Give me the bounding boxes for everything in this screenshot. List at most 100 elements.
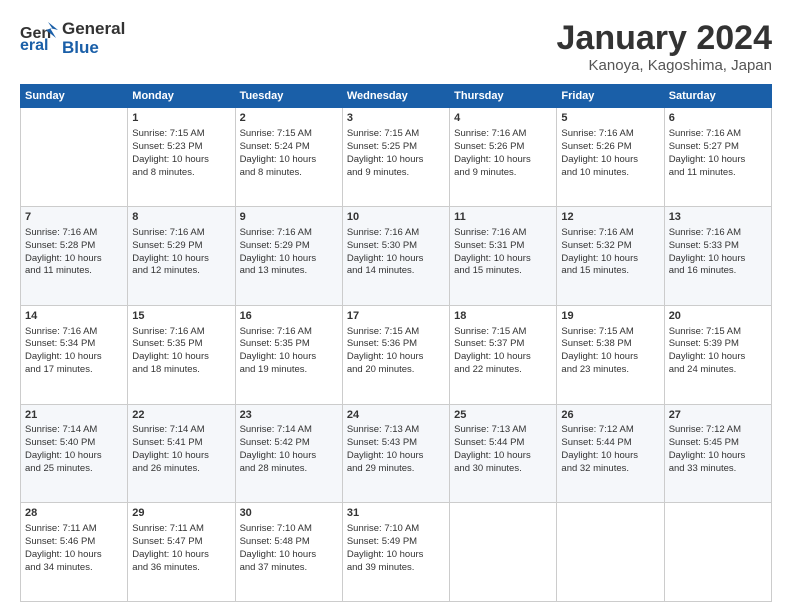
calendar-cell: 22Sunrise: 7:14 AMSunset: 5:41 PMDayligh… [128,404,235,503]
day-info-line: Sunrise: 7:16 AM [240,227,338,240]
calendar-cell: 18Sunrise: 7:15 AMSunset: 5:37 PMDayligh… [450,305,557,404]
day-info-line: Sunrise: 7:16 AM [25,326,123,339]
calendar-cell: 13Sunrise: 7:16 AMSunset: 5:33 PMDayligh… [664,207,771,306]
day-number: 9 [240,210,338,225]
day-info-line: Daylight: 10 hours [25,450,123,463]
day-header-thursday: Thursday [450,85,557,108]
day-info-line: Daylight: 10 hours [454,154,552,167]
calendar-cell: 9Sunrise: 7:16 AMSunset: 5:29 PMDaylight… [235,207,342,306]
day-number: 13 [669,210,767,225]
day-info-line: Sunset: 5:25 PM [347,141,445,154]
day-info-line: and 8 minutes. [132,167,230,180]
day-info-line: Sunset: 5:40 PM [25,437,123,450]
calendar-cell: 23Sunrise: 7:14 AMSunset: 5:42 PMDayligh… [235,404,342,503]
day-info-line: Sunrise: 7:14 AM [25,424,123,437]
logo: Gen eral General Blue [20,20,125,57]
day-info-line: Sunrise: 7:16 AM [347,227,445,240]
day-number: 21 [25,408,123,423]
day-number: 6 [669,111,767,126]
header: Gen eral General Blue January 2024 Kanoy… [20,20,772,74]
calendar-cell: 6Sunrise: 7:16 AMSunset: 5:27 PMDaylight… [664,108,771,207]
day-info-line: Sunrise: 7:15 AM [454,326,552,339]
day-info-line: Sunset: 5:30 PM [347,240,445,253]
calendar-cell: 10Sunrise: 7:16 AMSunset: 5:30 PMDayligh… [342,207,449,306]
day-header-friday: Friday [557,85,664,108]
day-info-line: and 9 minutes. [347,167,445,180]
calendar-table: SundayMondayTuesdayWednesdayThursdayFrid… [20,84,772,602]
day-info-line: and 18 minutes. [132,364,230,377]
day-info-line: Sunset: 5:24 PM [240,141,338,154]
day-number: 24 [347,408,445,423]
day-info-line: Sunset: 5:34 PM [25,338,123,351]
day-info-line: Sunset: 5:44 PM [454,437,552,450]
day-info-line: Sunset: 5:23 PM [132,141,230,154]
day-number: 14 [25,309,123,324]
day-number: 7 [25,210,123,225]
day-info-line: Sunset: 5:26 PM [561,141,659,154]
day-info-line: Daylight: 10 hours [561,351,659,364]
day-info-line: Sunrise: 7:14 AM [132,424,230,437]
calendar-cell: 19Sunrise: 7:15 AMSunset: 5:38 PMDayligh… [557,305,664,404]
day-info-line: and 17 minutes. [25,364,123,377]
calendar-week-0: 1Sunrise: 7:15 AMSunset: 5:23 PMDaylight… [21,108,772,207]
calendar-cell [557,503,664,602]
day-info-line: Daylight: 10 hours [561,450,659,463]
calendar-cell: 14Sunrise: 7:16 AMSunset: 5:34 PMDayligh… [21,305,128,404]
calendar-cell: 21Sunrise: 7:14 AMSunset: 5:40 PMDayligh… [21,404,128,503]
day-info-line: Sunrise: 7:14 AM [240,424,338,437]
day-info-line: Sunset: 5:28 PM [25,240,123,253]
day-info-line: Daylight: 10 hours [454,450,552,463]
day-number: 26 [561,408,659,423]
day-info-line: Sunset: 5:46 PM [25,536,123,549]
day-info-line: Sunset: 5:35 PM [240,338,338,351]
day-info-line: and 13 minutes. [240,265,338,278]
day-info-line: Sunrise: 7:15 AM [561,326,659,339]
day-number: 4 [454,111,552,126]
day-info-line: Sunset: 5:26 PM [454,141,552,154]
day-info-line: Sunrise: 7:13 AM [454,424,552,437]
day-info-line: Daylight: 10 hours [561,154,659,167]
day-number: 16 [240,309,338,324]
day-info-line: and 11 minutes. [25,265,123,278]
day-number: 23 [240,408,338,423]
calendar-header-row: SundayMondayTuesdayWednesdayThursdayFrid… [21,85,772,108]
day-info-line: Sunset: 5:45 PM [669,437,767,450]
day-info-line: and 9 minutes. [454,167,552,180]
day-number: 1 [132,111,230,126]
calendar-cell: 27Sunrise: 7:12 AMSunset: 5:45 PMDayligh… [664,404,771,503]
day-number: 3 [347,111,445,126]
day-info-line: Daylight: 10 hours [25,253,123,266]
day-info-line: Sunrise: 7:15 AM [347,128,445,141]
day-info-line: Daylight: 10 hours [669,253,767,266]
calendar-cell: 2Sunrise: 7:15 AMSunset: 5:24 PMDaylight… [235,108,342,207]
day-info-line: Sunset: 5:43 PM [347,437,445,450]
day-header-saturday: Saturday [664,85,771,108]
day-info-line: Daylight: 10 hours [132,549,230,562]
day-info-line: and 23 minutes. [561,364,659,377]
day-info-line: Sunset: 5:27 PM [669,141,767,154]
day-info-line: Sunset: 5:32 PM [561,240,659,253]
calendar-cell: 3 Sunrise: 7:15 AMSunset: 5:25 PMDaylight… [342,108,449,207]
day-info-line: and 14 minutes. [347,265,445,278]
day-info-line: and 30 minutes. [454,463,552,476]
day-info-line: and 36 minutes. [132,562,230,575]
day-info-line: Sunset: 5:36 PM [347,338,445,351]
day-info-line: Sunset: 5:42 PM [240,437,338,450]
calendar-cell: 12Sunrise: 7:16 AMSunset: 5:32 PMDayligh… [557,207,664,306]
day-info-line: Sunrise: 7:11 AM [132,523,230,536]
calendar-cell [450,503,557,602]
day-number: 8 [132,210,230,225]
day-info-line: and 24 minutes. [669,364,767,377]
day-info-line: Daylight: 10 hours [132,351,230,364]
day-info-line: Daylight: 10 hours [132,154,230,167]
day-info-line: Daylight: 10 hours [347,450,445,463]
day-info-line: Sunset: 5:41 PM [132,437,230,450]
day-info-line: Daylight: 10 hours [347,154,445,167]
day-info-line: Daylight: 10 hours [240,154,338,167]
calendar-cell: 25Sunrise: 7:13 AMSunset: 5:44 PMDayligh… [450,404,557,503]
day-info-line: Sunrise: 7:16 AM [454,128,552,141]
day-number: 11 [454,210,552,225]
day-info-line: and 25 minutes. [25,463,123,476]
day-info-line: Sunrise: 7:10 AM [240,523,338,536]
day-number: 19 [561,309,659,324]
